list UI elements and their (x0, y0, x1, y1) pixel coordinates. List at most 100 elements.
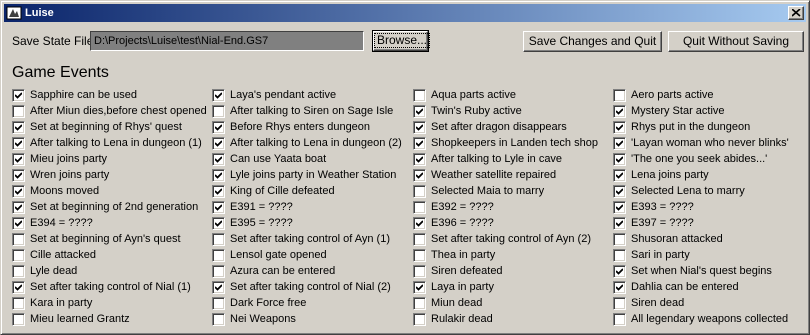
event-checkbox[interactable] (613, 121, 626, 134)
event-checkbox-item[interactable]: All legendary weapons collected (613, 311, 803, 327)
event-checkbox-item[interactable]: Kara in party (12, 295, 202, 311)
event-checkbox-item[interactable]: After talking to Lyle in cave (413, 151, 603, 167)
event-checkbox[interactable] (613, 201, 626, 214)
event-checkbox-item[interactable]: Set after dragon disappears (413, 119, 603, 135)
event-checkbox-item[interactable]: E392 = ???? (413, 199, 603, 215)
event-checkbox[interactable] (212, 297, 225, 310)
event-checkbox[interactable] (212, 185, 225, 198)
event-checkbox-item[interactable]: Lyle dead (12, 263, 202, 279)
event-checkbox[interactable] (413, 233, 426, 246)
event-checkbox[interactable] (12, 105, 25, 118)
event-checkbox[interactable] (413, 249, 426, 262)
event-checkbox[interactable] (12, 169, 25, 182)
event-checkbox[interactable] (413, 201, 426, 214)
event-checkbox-item[interactable]: Mieu joins party (12, 151, 202, 167)
event-checkbox[interactable] (413, 297, 426, 310)
event-checkbox[interactable] (212, 153, 225, 166)
event-checkbox-item[interactable]: Sari in party (613, 247, 803, 263)
event-checkbox[interactable] (413, 153, 426, 166)
event-checkbox-item[interactable]: King of Cille defeated (212, 183, 402, 199)
save-state-path-field[interactable]: D:\Projects\Luise\test\Nial-End.GS7 (90, 31, 364, 51)
event-checkbox[interactable] (212, 233, 225, 246)
event-checkbox[interactable] (613, 281, 626, 294)
event-checkbox-item[interactable]: Set when Nial's quest begins (613, 263, 803, 279)
event-checkbox[interactable] (413, 89, 426, 102)
quit-without-saving-button[interactable]: Quit Without Saving (668, 31, 804, 52)
event-checkbox-item[interactable]: Nei Weapons (212, 311, 402, 327)
event-checkbox-item[interactable]: Rulakir dead (413, 311, 603, 327)
event-checkbox[interactable] (613, 185, 626, 198)
event-checkbox-item[interactable]: E394 = ???? (12, 215, 202, 231)
event-checkbox[interactable] (12, 281, 25, 294)
event-checkbox[interactable] (12, 121, 25, 134)
close-button[interactable] (788, 6, 804, 20)
event-checkbox-item[interactable]: Selected Lena to marry (613, 183, 803, 199)
event-checkbox[interactable] (613, 89, 626, 102)
event-checkbox-item[interactable]: After Miun dies,before chest opened (12, 103, 207, 119)
event-checkbox-item[interactable]: Dahlia can be entered (613, 279, 803, 295)
event-checkbox[interactable] (12, 153, 25, 166)
browse-button[interactable]: Browse... (372, 30, 431, 52)
title-bar[interactable]: Luise (4, 4, 806, 22)
event-checkbox[interactable] (212, 265, 225, 278)
event-checkbox[interactable] (12, 201, 25, 214)
event-checkbox-item[interactable]: Shopkeepers in Landen tech shop (413, 135, 603, 151)
event-checkbox-item[interactable]: E393 = ???? (613, 199, 803, 215)
event-checkbox-item[interactable]: Thea in party (413, 247, 603, 263)
event-checkbox-item[interactable]: Twin's Ruby active (413, 103, 603, 119)
event-checkbox[interactable] (212, 121, 225, 134)
event-checkbox-item[interactable]: After talking to Siren on Sage Isle (212, 103, 402, 119)
event-checkbox-item[interactable]: Set at beginning of Rhys' quest (12, 119, 202, 135)
event-checkbox[interactable] (212, 89, 225, 102)
event-checkbox[interactable] (613, 265, 626, 278)
event-checkbox[interactable] (413, 265, 426, 278)
event-checkbox[interactable] (413, 169, 426, 182)
event-checkbox-item[interactable]: Can use Yaata boat (212, 151, 402, 167)
event-checkbox-item[interactable]: Aero parts active (613, 87, 803, 103)
event-checkbox[interactable] (413, 105, 426, 118)
event-checkbox[interactable] (212, 249, 225, 262)
event-checkbox-item[interactable]: Lena joins party (613, 167, 803, 183)
event-checkbox-item[interactable]: Miun dead (413, 295, 603, 311)
event-checkbox-item[interactable]: Set after taking control of Nial (1) (12, 279, 202, 295)
event-checkbox-item[interactable]: Azura can be entered (212, 263, 402, 279)
event-checkbox[interactable] (212, 137, 225, 150)
event-checkbox-item[interactable]: 'The one you seek abides...' (613, 151, 803, 167)
event-checkbox-item[interactable]: 'Layan woman who never blinks' (613, 135, 803, 151)
event-checkbox-item[interactable]: Before Rhys enters dungeon (212, 119, 402, 135)
event-checkbox[interactable] (613, 169, 626, 182)
event-checkbox[interactable] (613, 137, 626, 150)
event-checkbox[interactable] (613, 217, 626, 230)
event-checkbox[interactable] (413, 137, 426, 150)
event-checkbox[interactable] (12, 249, 25, 262)
event-checkbox-item[interactable]: E395 = ???? (212, 215, 402, 231)
event-checkbox-item[interactable]: Set after taking control of Ayn (2) (413, 231, 603, 247)
event-checkbox-item[interactable]: Mieu learned Grantz (12, 311, 202, 327)
event-checkbox-item[interactable]: Cille attacked (12, 247, 202, 263)
event-checkbox-item[interactable]: Laya's pendant active (212, 87, 402, 103)
event-checkbox[interactable] (12, 233, 25, 246)
event-checkbox-item[interactable]: E396 = ???? (413, 215, 603, 231)
save-changes-quit-button[interactable]: Save Changes and Quit (523, 31, 662, 52)
event-checkbox-item[interactable]: Laya in party (413, 279, 603, 295)
event-checkbox-item[interactable]: After talking to Lena in dungeon (2) (212, 135, 402, 151)
event-checkbox-item[interactable]: Wren joins party (12, 167, 202, 183)
event-checkbox-item[interactable]: After talking to Lena in dungeon (1) (12, 135, 202, 151)
event-checkbox-item[interactable]: Aqua parts active (413, 87, 603, 103)
event-checkbox-item[interactable]: Dark Force free (212, 295, 402, 311)
event-checkbox-item[interactable]: Lensol gate opened (212, 247, 402, 263)
event-checkbox-item[interactable]: Mystery Star active (613, 103, 803, 119)
event-checkbox-item[interactable]: Shusoran attacked (613, 231, 803, 247)
event-checkbox[interactable] (212, 201, 225, 214)
event-checkbox[interactable] (12, 217, 25, 230)
event-checkbox-item[interactable]: Lyle joins party in Weather Station (212, 167, 402, 183)
event-checkbox[interactable] (613, 233, 626, 246)
event-checkbox[interactable] (613, 313, 626, 326)
event-checkbox[interactable] (613, 249, 626, 262)
event-checkbox[interactable] (12, 137, 25, 150)
event-checkbox[interactable] (613, 297, 626, 310)
event-checkbox[interactable] (12, 185, 25, 198)
event-checkbox-item[interactable]: Set after taking control of Ayn (1) (212, 231, 402, 247)
event-checkbox[interactable] (212, 217, 225, 230)
event-checkbox-item[interactable]: E397 = ???? (613, 215, 803, 231)
